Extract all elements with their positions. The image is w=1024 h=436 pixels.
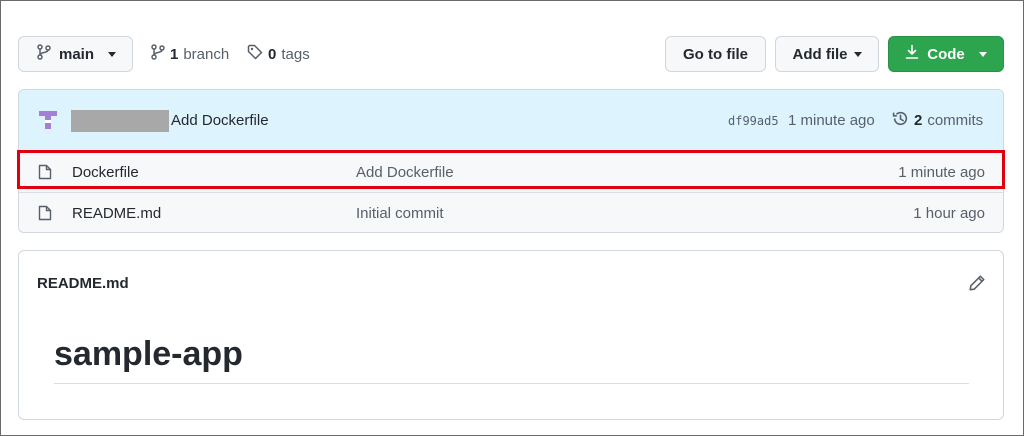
chevron-down-icon xyxy=(853,51,862,57)
code-label: Code xyxy=(927,45,965,63)
latest-commit-message[interactable]: Add Dockerfile xyxy=(171,112,269,129)
chevron-down-icon xyxy=(978,51,987,57)
author-name-redacted xyxy=(71,110,169,132)
pencil-icon[interactable] xyxy=(968,274,986,292)
git-branch-icon xyxy=(151,44,165,64)
heading-divider xyxy=(54,383,969,384)
code-button[interactable]: Code xyxy=(888,36,1004,72)
file-row[interactable]: README.md Initial commit 1 hour ago xyxy=(19,192,1003,232)
file-commit-message[interactable]: Initial commit xyxy=(356,205,444,222)
tag-icon xyxy=(247,44,263,64)
branch-count: 1 xyxy=(170,45,179,63)
branch-selector-button[interactable]: main xyxy=(18,36,133,72)
add-file-button[interactable]: Add file xyxy=(775,36,879,72)
readme-heading: sample-app xyxy=(54,335,243,373)
download-icon xyxy=(905,44,919,64)
highlight-box xyxy=(17,150,1005,189)
file-time: 1 hour ago xyxy=(913,205,985,222)
branches-link[interactable]: 1 branch xyxy=(151,44,229,64)
tags-link[interactable]: 0 tags xyxy=(247,44,310,64)
commit-time: 1 minute ago xyxy=(788,112,875,129)
file-name[interactable]: README.md xyxy=(72,205,161,222)
add-file-label: Add file xyxy=(792,45,848,63)
readme-title: README.md xyxy=(37,275,129,292)
commits-count: 2 xyxy=(914,112,923,129)
commits-history-link[interactable]: 2 commits xyxy=(892,110,983,131)
tags-count: 0 xyxy=(268,45,277,63)
git-branch-icon xyxy=(37,44,51,64)
latest-commit-bar: Add Dockerfile df99ad5 1 minute ago 2 co… xyxy=(19,90,1003,151)
tags-text: tags xyxy=(281,45,310,63)
go-to-file-button[interactable]: Go to file xyxy=(665,36,766,72)
branch-name: main xyxy=(59,45,95,63)
commit-sha[interactable]: df99ad5 xyxy=(728,114,779,128)
file-icon xyxy=(38,205,52,221)
avatar-icon[interactable] xyxy=(36,108,60,132)
readme-panel: README.md sample-app xyxy=(18,250,1004,420)
branch-text: branch xyxy=(183,45,230,63)
commits-text: commits xyxy=(927,112,984,129)
chevron-down-icon xyxy=(108,51,117,57)
history-icon xyxy=(892,110,909,131)
go-to-file-label: Go to file xyxy=(683,45,748,63)
